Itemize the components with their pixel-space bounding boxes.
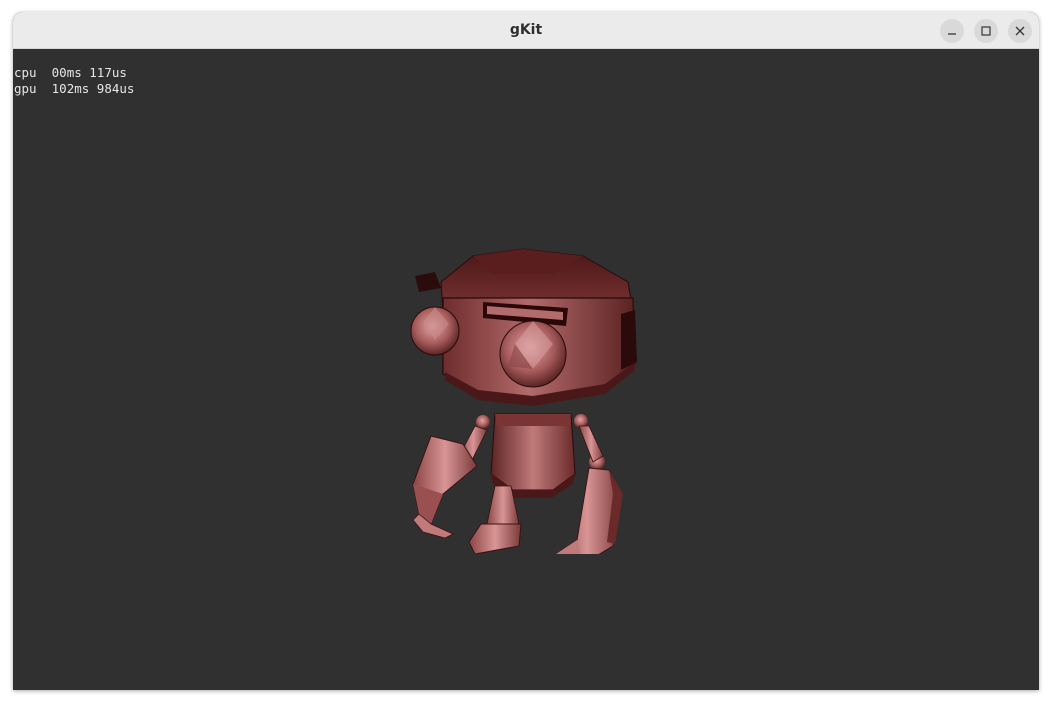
timing-stats: cpu 00ms 117us gpu 102ms 984us <box>14 65 134 97</box>
close-icon <box>1015 26 1025 36</box>
cpu-label: cpu <box>14 65 37 80</box>
cpu-value: 00ms 117us <box>51 65 127 80</box>
robot-model <box>410 248 637 554</box>
minimize-button[interactable] <box>940 19 964 43</box>
close-button[interactable] <box>1008 19 1032 43</box>
title-bar[interactable]: gKit <box>13 12 1039 49</box>
window-title: gKit <box>509 22 543 38</box>
maximize-icon <box>981 26 991 36</box>
app-window: gKit cpu 00ms 117us gpu 102ms 984us <box>13 12 1039 690</box>
gpu-label: gpu <box>14 81 37 96</box>
render-viewport[interactable]: cpu 00ms 117us gpu 102ms 984us <box>13 49 1039 690</box>
gpu-value: 102ms 984us <box>51 81 135 96</box>
minimize-icon <box>948 33 956 35</box>
maximize-button[interactable] <box>974 19 998 43</box>
